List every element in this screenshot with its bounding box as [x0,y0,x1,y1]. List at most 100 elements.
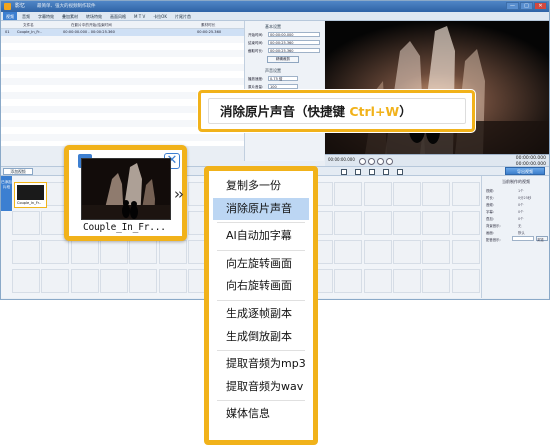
clip-card-zoom[interactable]: ✕ Couple_In_Fr... [64,145,187,241]
clip-card-filename: Couple_In_Fr... [83,222,166,233]
menu-item-extract-wav[interactable]: 提取音频为wav [213,376,309,399]
timeline-slot[interactable] [334,240,363,264]
menu-overlay[interactable]: 叠加素材 [59,12,81,20]
col-duration[interactable]: 素材时长 [201,21,215,29]
menu-video[interactable]: 视频 [3,12,17,20]
app-subtitle: 最简单、强大的视频制作软件 [37,4,96,9]
timeline-slot[interactable] [70,240,99,264]
menu-bar: 视频 音频 字幕特效 叠加素材 转场特效 画面风格 M T V 卡拉OK 片尾片… [1,12,549,21]
menu-transition[interactable]: 转场特效 [83,12,105,20]
timeline-slot[interactable] [70,269,99,293]
next-frame-button[interactable] [386,158,393,165]
timeline-slot[interactable] [99,269,128,293]
tool-icon[interactable] [355,169,361,175]
video-preview [325,21,549,154]
callout-label: 消除原片声音（快捷键 [220,104,350,119]
info-label: 背景音乐: [486,224,501,228]
menu-credits[interactable]: 片尾片首 [172,12,194,20]
menu-item-reverse-copy[interactable]: 生成倒放副本 [213,326,309,349]
timeline-slot[interactable] [363,240,392,264]
menu-item-frame-copy[interactable]: 生成逐帧副本 [213,303,309,326]
timeline-slot[interactable] [12,240,40,264]
title-bar: 影忆 最简单、强大的视频制作软件 — □ ✕ [1,1,549,12]
timeline-tools [341,169,403,175]
timeline-slot[interactable] [99,240,128,264]
menu-item-media-info[interactable]: 媒体信息 [213,403,309,426]
table-row[interactable]: 01 Couple_In_Fr.. 00:00:00.000 - 00:00:2… [1,29,244,36]
timeline-slot[interactable] [334,182,363,206]
row-time: 00:00:00.000 - 00:00:25.360 [63,30,115,34]
timeline-slot[interactable] [422,269,451,293]
duration-field[interactable]: 00:00:25.360 [268,48,320,53]
timeline-clip[interactable]: Couple_In_Fr.. [14,182,47,208]
timeline-slot[interactable] [363,269,392,293]
timeline-slot[interactable] [12,211,40,235]
trim-button[interactable]: 精确裁剪 [267,56,299,63]
timeline-slot[interactable] [422,240,451,264]
timeline-slot[interactable] [158,269,187,293]
music-label: 配音音乐: [486,238,501,242]
row-name: Couple_In_Fr.. [17,30,42,34]
tool-icon[interactable] [397,169,403,175]
menu-item-rotate-right[interactable]: 向右旋转画面 [213,275,309,298]
info-value: 0个 [518,203,524,207]
close-window-button[interactable]: ✕ [534,2,547,10]
timeline-slot[interactable] [363,211,392,235]
start-time-field[interactable]: 00:00:00.000 [268,32,320,37]
add-video-button[interactable]: 添加视频 [3,168,33,175]
col-time[interactable]: 在影片中的开始/结束时间 [71,21,112,29]
timeline-slot[interactable] [451,269,480,293]
timeline-slot[interactable] [392,240,421,264]
timeline-slot[interactable] [422,182,451,206]
timeline-slot[interactable] [41,240,70,264]
stop-button[interactable] [377,158,384,165]
row-index: 01 [5,30,10,34]
end-time-field[interactable]: 00:00:25.360 [268,40,320,45]
tool-icon[interactable] [341,169,347,175]
menu-audio[interactable]: 音频 [19,12,33,20]
music-input[interactable] [512,236,534,241]
maximize-button[interactable]: □ [520,2,533,10]
shortcut-callout: 消除原片声音（快捷键 Ctrl+W） [198,90,475,132]
menu-karaoke[interactable]: 卡拉OK [150,12,170,20]
timeline-slot[interactable] [334,269,363,293]
timeline-slot[interactable] [129,269,158,293]
duration-label: 截取时长: [248,49,264,53]
timeline-slot[interactable] [334,211,363,235]
timeline-slot[interactable] [451,211,480,235]
prev-frame-button[interactable] [359,158,366,165]
menu-item-duplicate[interactable]: 复制多一份 [213,175,309,198]
speed-select[interactable]: 0.75 倍 [268,76,298,81]
info-value: 无 [518,224,522,228]
timeline-slot[interactable] [392,211,421,235]
export-video-button[interactable]: 导出视频 [505,167,545,175]
menu-style[interactable]: 画面风格 [107,12,129,20]
timeline-slot[interactable] [392,269,421,293]
info-label: 时长: [486,196,494,200]
col-filename[interactable]: 文件名 [23,21,34,29]
menu-item-rotate-left[interactable]: 向左旋转画面 [213,253,309,276]
menu-mtv[interactable]: M T V [131,12,148,20]
volume-field[interactable]: 100 [268,84,298,89]
timeline-slot[interactable] [363,182,392,206]
timeline-slot[interactable] [451,240,480,264]
tool-icon[interactable] [369,169,375,175]
menu-divider [217,299,305,301]
timeline-slot[interactable] [451,182,480,206]
tool-icon[interactable] [383,169,389,175]
minimize-button[interactable]: — [506,2,519,10]
timeline-slot[interactable] [129,240,158,264]
timeline-slot[interactable] [12,269,40,293]
browse-button[interactable]: 浏览 [536,236,548,242]
timeline-slot[interactable] [422,211,451,235]
timeline-slot[interactable] [158,240,187,264]
app-title: 影忆 [15,3,26,9]
play-button[interactable] [368,158,375,165]
menu-item-remove-audio[interactable]: 消除原片声音 [213,197,309,221]
menu-item-ai-subtitle[interactable]: AI自动加字幕 [213,225,309,248]
timeline-slot[interactable] [41,269,70,293]
info-value: 0个 [518,217,524,221]
menu-item-extract-mp3[interactable]: 提取音频为mp3 [213,353,309,376]
menu-subtitle[interactable]: 字幕特效 [35,12,57,20]
timeline-slot[interactable] [392,182,421,206]
